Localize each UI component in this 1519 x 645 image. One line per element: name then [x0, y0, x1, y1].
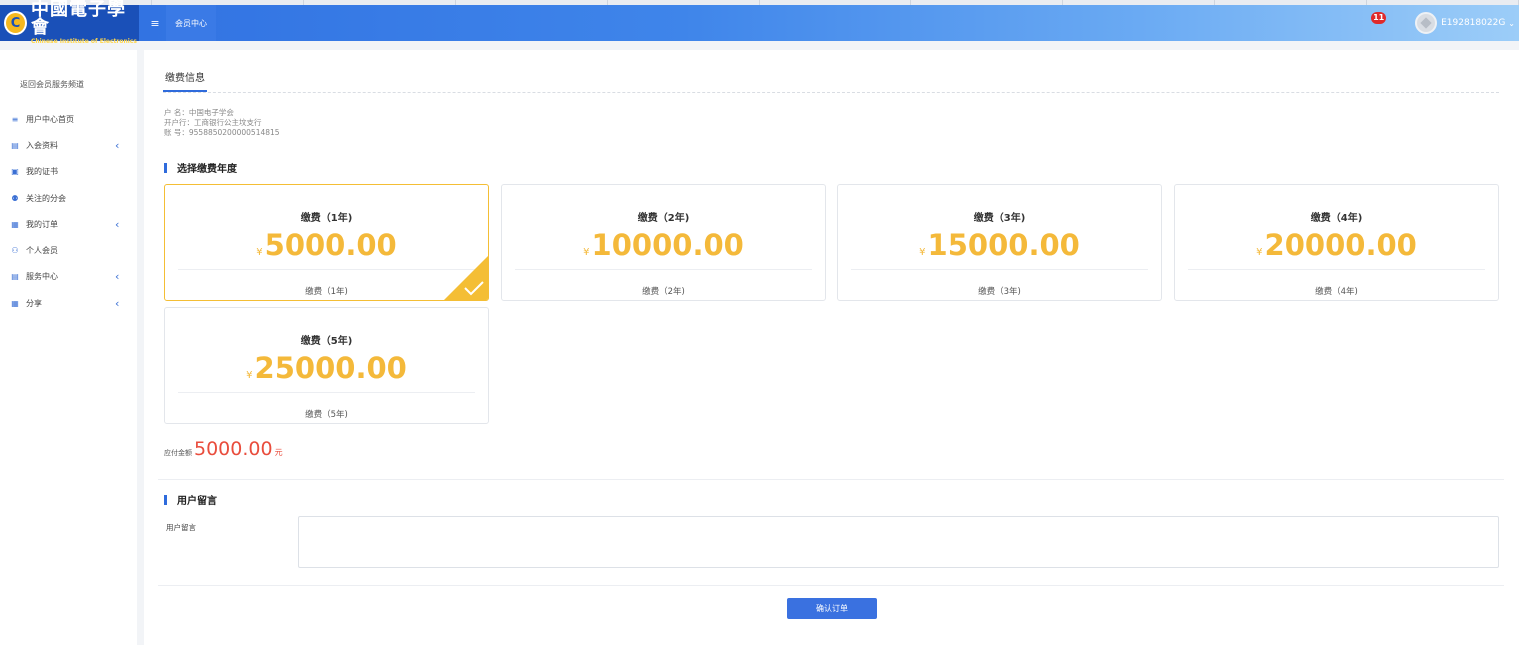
sidebar-item-label: 服务中心 — [26, 272, 58, 282]
account-number: 账 号：9558850200000514815 — [164, 128, 280, 137]
sidebar: 返回会员服务频道 ≡ 用户中心首页 ▤ 入会资料 ‹ ▣ 我的证书 ⚉ 关注的分会 ▦ 我的订单 ‹ ⚇… — [0, 50, 137, 645]
plan-card[interactable]: 缴费（1年) ¥5000.00 缴费（1年) — [164, 184, 489, 301]
plan-footer: 缴费（5年) — [305, 410, 348, 420]
plan-footer: 缴费（1年) — [305, 287, 348, 297]
plan-card[interactable]: 缴费（3年) ¥15000.00 缴费（3年) — [837, 184, 1162, 301]
currency-symbol: ¥ — [256, 247, 263, 258]
chevron-left-icon[interactable]: ‹ — [115, 297, 119, 310]
user-id[interactable]: E192818022G — [1441, 18, 1505, 28]
message-input[interactable] — [298, 516, 1499, 568]
plan-title: 缴费（1年) — [300, 213, 353, 224]
notification-badge: 11 — [1371, 12, 1387, 24]
plan-card[interactable]: 缴费（5年) ¥25000.00 缴费（5年) — [164, 307, 489, 424]
sidebar-item[interactable]: ▦ 我的订单 ‹ — [0, 211, 137, 237]
avatar[interactable] — [1415, 12, 1438, 34]
share-icon: ▦ — [11, 298, 19, 308]
chevron-down-icon[interactable]: ⌄ — [1508, 19, 1515, 28]
service-icon: ▤ — [11, 272, 19, 282]
nav-tab-member-center[interactable]: 会员中心 — [166, 5, 216, 41]
sidebar-item-label: 我的订单 — [26, 219, 58, 229]
plan-title: 缴费（2年) — [637, 213, 690, 224]
divider — [1188, 269, 1485, 270]
sidebar-item[interactable]: ⚇ 个人会员 — [0, 237, 137, 263]
notification-button[interactable]: 11 — [1371, 12, 1387, 30]
currency-symbol: ¥ — [1256, 247, 1263, 258]
amount-due: 应付金额 5000.00 元 — [164, 438, 283, 460]
chevron-left-icon[interactable]: ‹ — [115, 139, 119, 152]
sidebar-item-label: 我的证书 — [26, 167, 58, 177]
logo-chinese-name: 中國電子學會 — [30, 0, 126, 38]
main-panel: 缴费信息 户 名：中国电子学会 开户行：工商银行公主坟支行 账 号：955885… — [144, 50, 1519, 645]
amount-due-value: 5000.00 — [194, 438, 273, 460]
plan-card[interactable]: 缴费（2年) ¥10000.00 缴费（2年) — [501, 184, 826, 301]
divider — [178, 269, 475, 270]
currency-symbol: ¥ — [919, 247, 926, 258]
sidebar-item[interactable]: ≡ 用户中心首页 — [0, 106, 137, 132]
currency-symbol: ¥ — [583, 247, 590, 258]
chevron-left-icon[interactable]: ‹ — [115, 218, 119, 231]
sidebar-item[interactable]: ▣ 我的证书 — [0, 159, 137, 185]
plan-price: ¥25000.00 — [246, 351, 407, 385]
currency-symbol: ¥ — [246, 370, 253, 381]
sidebar-item-label: 关注的分会 — [26, 193, 66, 203]
logo-emblem-icon: C — [4, 11, 27, 35]
confirm-order-button[interactable]: 确认订单 — [787, 598, 877, 619]
avatar-icon — [1420, 17, 1432, 29]
order-icon: ▦ — [11, 219, 19, 229]
section-marker — [164, 162, 167, 173]
plan-title: 缴费（4年) — [1310, 213, 1363, 224]
sidebar-item[interactable]: ▦ 分享 ‹ — [0, 290, 137, 316]
plan-title: 缴费（3年) — [973, 213, 1026, 224]
selected-check-icon — [444, 256, 488, 300]
amount-due-label: 应付金额 — [164, 449, 192, 457]
divider — [163, 92, 1499, 93]
message-section-title: 用户留言 — [164, 492, 217, 507]
divider — [851, 269, 1148, 270]
person-icon: ⚇ — [11, 246, 19, 256]
plan-card[interactable]: 缴费（4年) ¥20000.00 缴费（4年) — [1174, 184, 1499, 301]
tab-payment-info[interactable]: 缴费信息 — [165, 69, 205, 84]
divider — [158, 479, 1504, 480]
divider — [178, 392, 475, 393]
divider — [158, 585, 1504, 586]
plan-footer: 缴费（2年) — [642, 287, 685, 297]
plan-price: ¥15000.00 — [919, 228, 1080, 262]
amount-due-unit: 元 — [274, 448, 283, 457]
sidebar-item-label: 分享 — [26, 298, 42, 308]
top-header: C 中國電子學會 Chinese Institute of Electronic… — [0, 1, 1519, 45]
sidebar-item-label: 用户中心首页 — [26, 114, 74, 124]
divider — [515, 269, 812, 270]
plan-footer: 缴费（3年) — [978, 287, 1021, 297]
message-label: 用户留言 — [166, 523, 196, 532]
menu-toggle-icon[interactable]: ≡ — [147, 17, 163, 30]
sidebar-item[interactable]: ▤ 服务中心 ‹ — [0, 264, 137, 290]
sidebar-item[interactable]: ⚉ 关注的分会 — [0, 185, 137, 211]
sidebar-item[interactable]: ▤ 入会资料 ‹ — [0, 132, 137, 158]
certificate-icon: ▣ — [11, 167, 19, 177]
back-to-member-channel-link[interactable]: 返回会员服务频道 — [0, 50, 137, 106]
sidebar-item-label: 个人会员 — [26, 246, 58, 256]
plan-price: ¥5000.00 — [256, 228, 397, 262]
profile-card-icon: ▤ — [11, 140, 19, 150]
logo-english-name: Chinese Institute of Electronics — [30, 38, 137, 45]
site-logo[interactable]: C 中國電子學會 Chinese Institute of Electronic… — [0, 1, 139, 45]
plan-price: ¥20000.00 — [1256, 228, 1417, 262]
section-marker — [164, 494, 167, 505]
chevron-left-icon[interactable]: ‹ — [115, 270, 119, 283]
plan-price: ¥10000.00 — [583, 228, 744, 262]
sidebar-item-label: 入会资料 — [26, 140, 58, 150]
plan-title: 缴费（5年) — [300, 336, 353, 347]
list-icon: ≡ — [11, 114, 19, 124]
group-icon: ⚉ — [11, 193, 19, 203]
year-section-title: 选择缴费年度 — [164, 160, 237, 175]
plan-footer: 缴费（4年) — [1315, 287, 1358, 297]
